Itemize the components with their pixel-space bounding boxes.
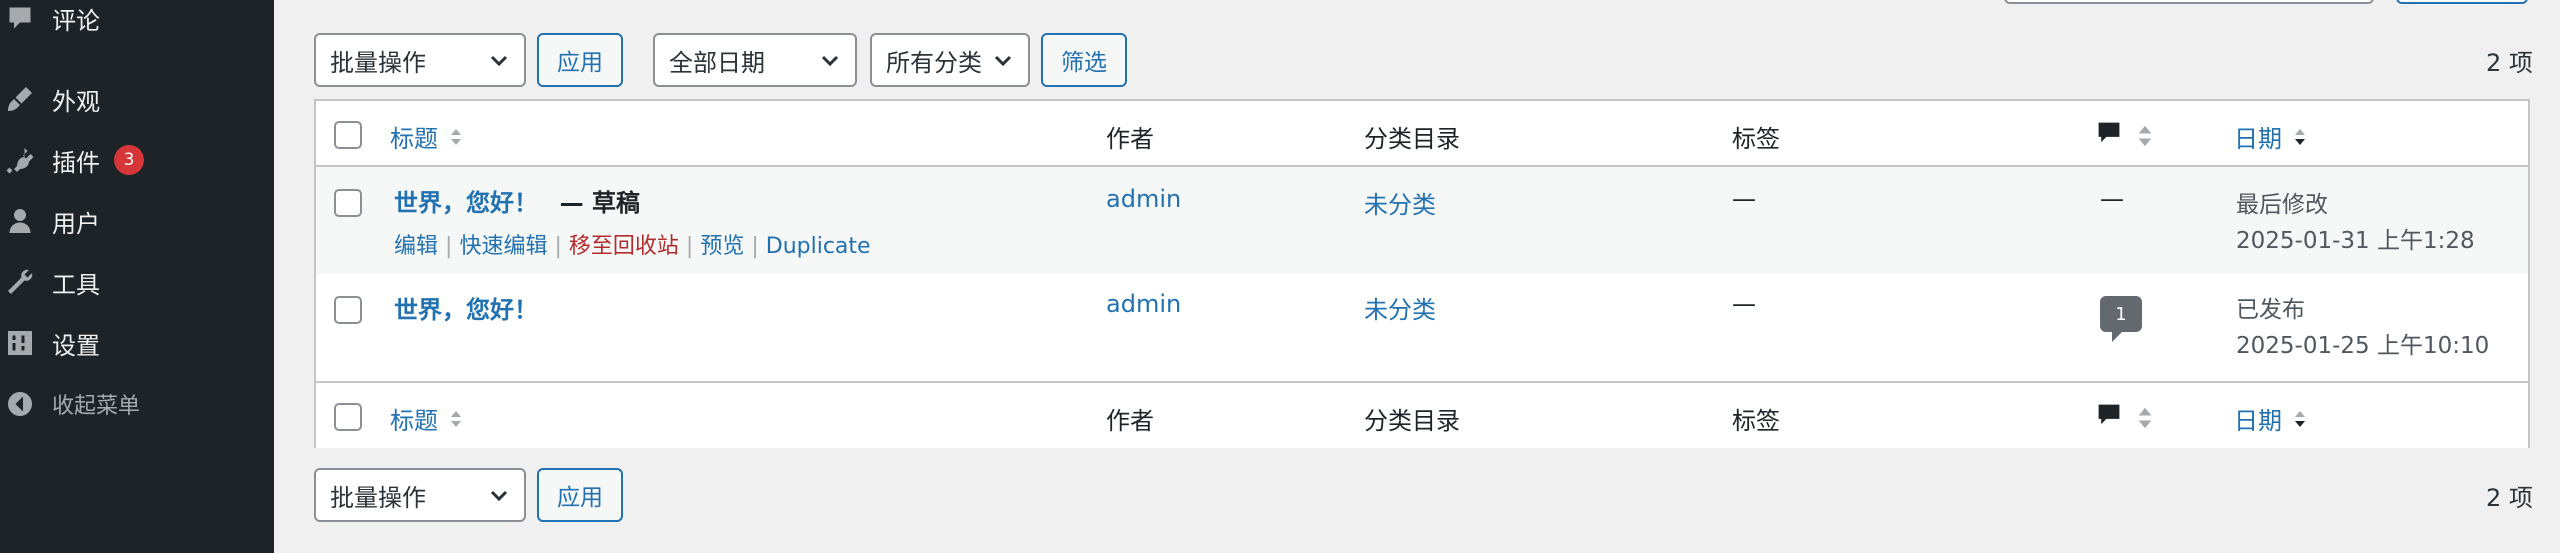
duplicate-link[interactable]: Duplicate [766,234,871,259]
post-state: — 草稿 [559,189,640,217]
column-comments-sort[interactable] [2096,401,2158,435]
sort-arrows-icon [2132,122,2158,150]
sort-desc-icon [2292,408,2308,430]
search-button[interactable] [2396,0,2528,4]
column-tags: 标签 [1732,407,1780,435]
bulk-action-select-bottom[interactable]: 批量操作 [314,468,526,522]
collapse-menu-button[interactable]: 收起菜单 [0,376,274,432]
plugin-icon [2,142,38,178]
sort-arrows-icon [448,408,464,430]
sort-desc-icon [2292,126,2308,148]
category-link[interactable]: 未分类 [1364,290,1436,325]
apply-button-bottom[interactable]: 应用 [537,468,623,522]
column-title-sort[interactable]: 标题 [390,401,464,436]
bulk-action-select-top[interactable]: 批量操作 [314,33,526,87]
date-status: 最后修改 [2236,192,2328,218]
column-author: 作者 [1106,125,1154,153]
posts-table: 标题 作者 分类目录 标签 日期 世界，您好！ — 草稿 编辑 | 快速编辑 |… [314,99,2530,448]
select-all-checkbox-top[interactable] [334,121,362,149]
column-categories: 分类目录 [1364,125,1460,153]
row-checkbox[interactable] [334,189,362,217]
author-link[interactable]: admin [1106,290,1181,318]
column-comments-sort[interactable] [2096,119,2158,153]
sidebar-item-appearance[interactable]: 外观 [0,71,274,127]
table-footer: 标题 作者 分类目录 标签 日期 [316,381,2528,448]
chevron-down-icon [992,49,1014,71]
date-filter-select[interactable]: 全部日期 [653,33,857,87]
column-date-sort[interactable]: 日期 [2234,401,2308,436]
sidebar-item-tools[interactable]: 工具 [0,254,274,310]
tags-value: — [1732,290,1756,318]
category-link[interactable]: 未分类 [1364,185,1436,220]
edit-link[interactable]: 编辑 [394,234,438,259]
filter-button[interactable]: 筛选 [1041,33,1127,87]
table-row: 世界，您好！ — 草稿 编辑 | 快速编辑 | 移至回收站 | 预览 | Dup… [316,167,2528,274]
column-tags: 标签 [1732,125,1780,153]
column-title-sort[interactable]: 标题 [390,119,464,154]
row-actions: 编辑 | 快速编辑 | 移至回收站 | 预览 | Duplicate [394,234,871,259]
date-value: 2025-01-25 上午10:10 [2236,333,2490,359]
column-categories: 分类目录 [1364,407,1460,435]
row-checkbox[interactable] [334,296,362,324]
date-status: 已发布 [2236,297,2305,323]
apply-button-top[interactable]: 应用 [537,33,623,87]
plugin-update-badge: 3 [114,145,144,175]
admin-sidebar: 评论 外观 插件 3 用户 工具 设置 收起菜单 [0,0,274,553]
preview-link[interactable]: 预览 [700,234,744,259]
post-title-link[interactable]: 世界，您好！ [394,296,538,324]
comment-icon [2096,401,2122,435]
sidebar-item-plugins[interactable]: 插件 3 [0,132,274,188]
table-header: 标题 作者 分类目录 标签 日期 [316,101,2528,167]
column-date-sort[interactable]: 日期 [2234,119,2308,154]
chevron-down-icon [488,484,510,506]
user-icon [2,203,38,239]
sidebar-item-users[interactable]: 用户 [0,193,274,249]
comment-icon [2,0,38,36]
trash-link[interactable]: 移至回收站 [569,234,679,259]
comment-count-bubble[interactable]: 1 [2100,296,2142,342]
chevron-down-icon [819,49,841,71]
select-all-checkbox-bottom[interactable] [334,403,362,431]
settings-icon [2,325,38,361]
chevron-down-icon [488,49,510,71]
items-count-top: 2 项 [2486,49,2533,77]
tags-value: — [1732,185,1756,213]
author-link[interactable]: admin [1106,185,1181,213]
comments-value: — [2100,185,2124,213]
appearance-icon [2,81,38,117]
sort-arrows-icon [2132,404,2158,432]
sidebar-item-settings[interactable]: 设置 [0,315,274,371]
date-value: 2025-01-31 上午1:28 [2236,228,2475,254]
table-row: 世界，您好！ admin 未分类 — 1 已发布 2025-01-25 上午10… [316,274,2528,381]
collapse-icon [2,386,38,422]
sort-arrows-icon [448,126,464,148]
comment-icon [2096,119,2122,153]
category-filter-select[interactable]: 所有分类 [870,33,1030,87]
post-title-link[interactable]: 世界，您好！ [394,189,538,217]
column-author: 作者 [1106,407,1154,435]
wrench-icon [2,264,38,300]
sidebar-item-comments[interactable]: 评论 [0,0,274,46]
search-input[interactable] [2004,0,2374,4]
items-count-bottom: 2 项 [2486,484,2533,512]
quick-edit-link[interactable]: 快速编辑 [459,234,547,259]
